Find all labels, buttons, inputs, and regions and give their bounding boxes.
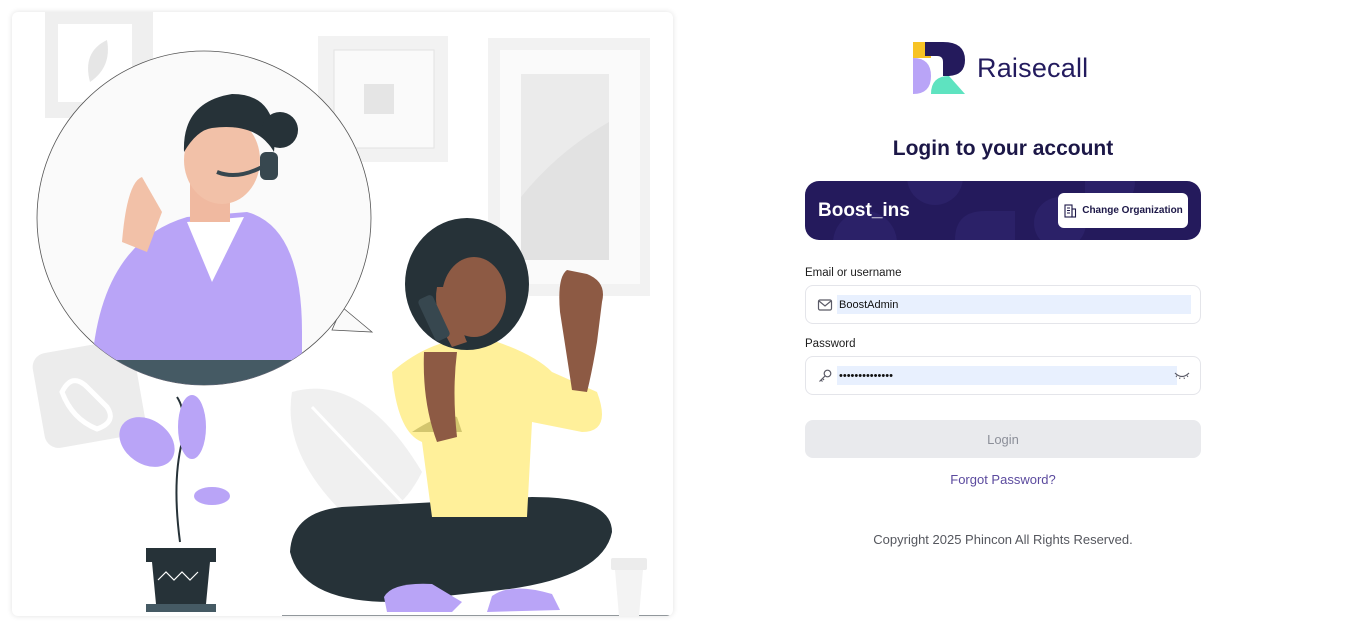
key-icon <box>819 369 832 382</box>
password-label: Password <box>805 338 856 350</box>
organization-banner: Boost_ins Change Organization <box>805 181 1201 240</box>
brand-logo: Raisecall <box>913 42 1088 94</box>
call-center-illustration <box>32 12 673 616</box>
eye-closed-icon[interactable] <box>1174 369 1190 381</box>
email-label: Email or username <box>805 267 902 279</box>
login-panel: Raisecall Login to your account Boost_in… <box>805 0 1201 627</box>
email-field[interactable] <box>805 285 1201 324</box>
copyright-text: Copyright 2025 Phincon All Rights Reserv… <box>873 532 1133 547</box>
mail-icon <box>817 299 833 311</box>
login-button[interactable]: Login <box>805 420 1201 458</box>
page-title: Login to your account <box>892 137 1114 160</box>
password-field[interactable] <box>805 356 1201 395</box>
email-input[interactable] <box>837 295 1191 314</box>
illustration-card <box>12 12 673 616</box>
brand-name: Raisecall <box>977 52 1089 83</box>
password-input[interactable] <box>837 366 1177 385</box>
change-organization-button[interactable]: Change Organization <box>1058 193 1188 228</box>
building-icon <box>1064 203 1077 218</box>
forgot-password-link[interactable]: Forgot Password? <box>805 472 1201 487</box>
raisecall-logo-icon <box>913 42 965 94</box>
organization-name: Boost_ins <box>818 200 910 221</box>
login-page: Raisecall Login to your account Boost_in… <box>0 0 1347 627</box>
change-organization-label: Change Organization <box>1082 205 1183 216</box>
